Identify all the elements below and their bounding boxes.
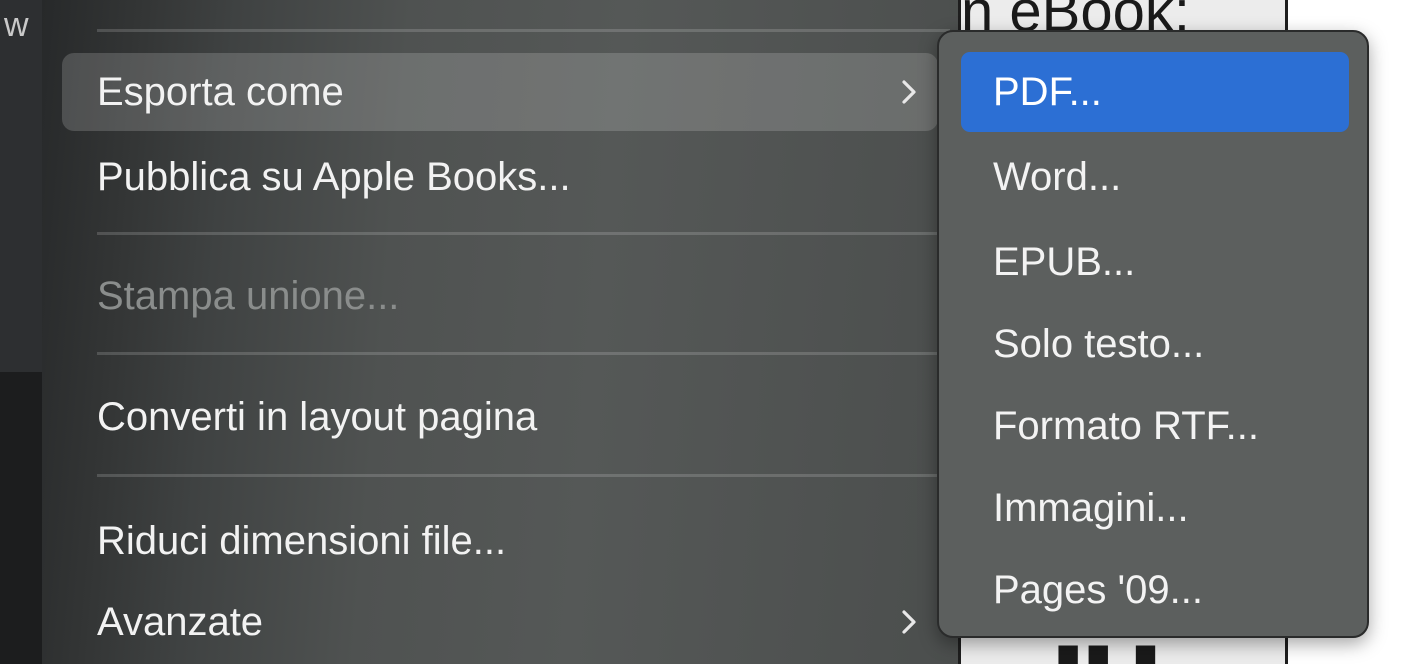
background-window-edge: w xyxy=(0,0,42,664)
submenu-item-label: EPUB... xyxy=(993,239,1136,284)
submenu-item-rtf[interactable]: Formato RTF... xyxy=(961,386,1349,466)
menu-item-mail-merge: Stampa unione... xyxy=(62,257,938,335)
submenu-item-pages-09[interactable]: Pages '09... xyxy=(961,550,1349,630)
menu-item-label: Pubblica su Apple Books... xyxy=(97,154,571,199)
submenu-item-label: PDF... xyxy=(993,69,1102,114)
submenu-item-plain-text[interactable]: Solo testo... xyxy=(961,304,1349,384)
menu-item-publish-apple-books[interactable]: Pubblica su Apple Books... xyxy=(62,138,938,216)
menu-separator xyxy=(97,232,950,235)
submenu-item-label: Solo testo... xyxy=(993,321,1205,366)
submenu-item-epub[interactable]: EPUB... xyxy=(961,222,1349,302)
file-menu: Esporta come Pubblica su Apple Books... … xyxy=(42,0,958,664)
chevron-right-icon xyxy=(898,77,920,107)
submenu-item-label: Pages '09... xyxy=(993,567,1203,612)
submenu-item-word[interactable]: Word... xyxy=(961,137,1349,217)
menu-item-export-as[interactable]: Esporta come xyxy=(62,53,938,131)
export-as-submenu: PDF... Word... EPUB... Solo testo... For… xyxy=(937,30,1369,638)
submenu-item-label: Immagini... xyxy=(993,485,1189,530)
menu-item-label: Stampa unione... xyxy=(97,273,400,318)
submenu-item-pdf[interactable]: PDF... xyxy=(961,52,1349,132)
menu-item-label: Avanzate xyxy=(97,599,264,644)
menu-item-label: Esporta come xyxy=(97,69,344,114)
menu-item-label: Riduci dimensioni file... xyxy=(97,518,507,563)
menu-separator xyxy=(97,29,950,32)
submenu-item-label: Formato RTF... xyxy=(993,403,1259,448)
menu-item-convert-page-layout[interactable]: Converti in layout pagina xyxy=(62,378,938,456)
submenu-item-label: Word... xyxy=(993,154,1122,199)
menu-item-label: Converti in layout pagina xyxy=(97,394,538,439)
chevron-right-icon xyxy=(898,607,920,637)
submenu-item-images[interactable]: Immagini... xyxy=(961,468,1349,548)
menu-separator xyxy=(97,474,950,477)
menu-item-advanced[interactable]: Avanzate xyxy=(62,583,938,661)
menu-separator xyxy=(97,352,950,355)
menu-item-reduce-file-size[interactable]: Riduci dimensioni file... xyxy=(62,502,938,580)
background-clipped-text: w xyxy=(4,6,29,44)
